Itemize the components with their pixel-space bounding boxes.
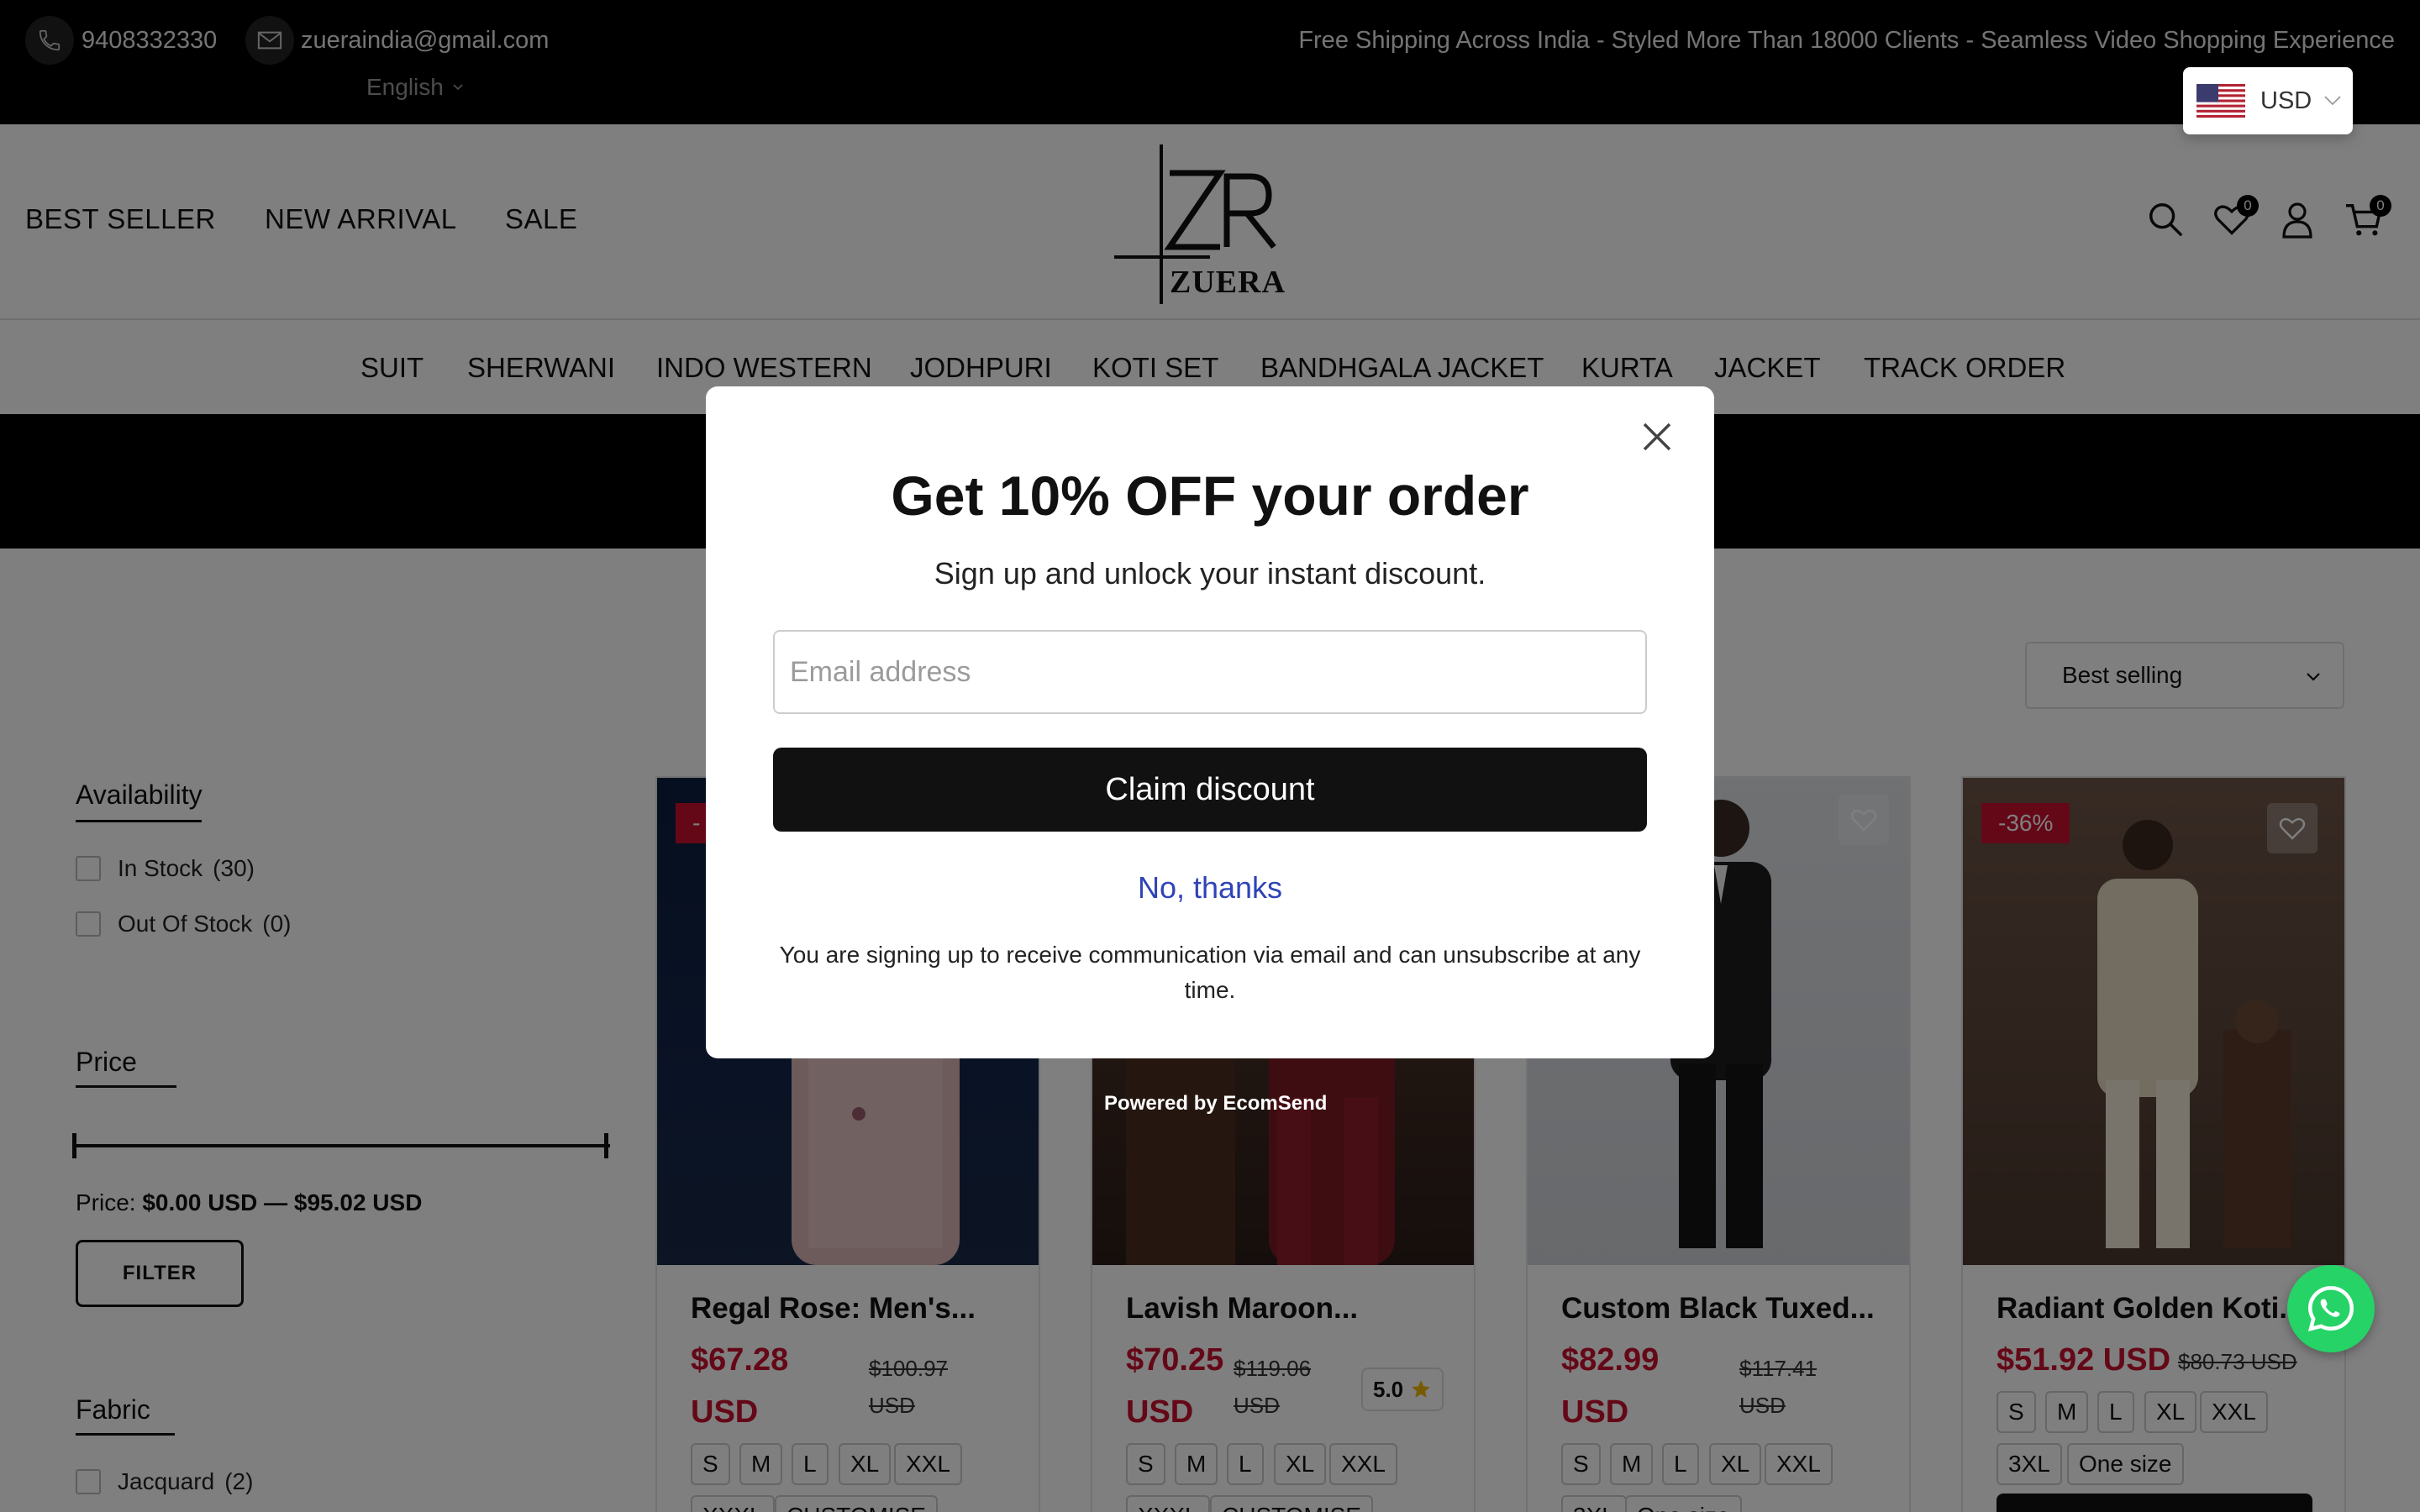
consent-text: You are signing up to receive communicat…	[779, 942, 1641, 1003]
whatsapp-icon	[2307, 1285, 2354, 1332]
close-icon	[1643, 423, 1671, 451]
email-field[interactable]	[773, 630, 1647, 714]
currency-selector[interactable]: USD	[2183, 67, 2353, 134]
us-flag-icon	[2196, 84, 2245, 118]
chevron-down-icon	[2324, 96, 2341, 106]
close-button[interactable]	[1632, 412, 1682, 462]
whatsapp-chat-button[interactable]	[2287, 1265, 2375, 1352]
powered-by-label[interactable]: Powered by EcomSend	[1104, 1092, 1327, 1116]
claim-discount-button[interactable]: Claim discount	[773, 748, 1647, 832]
no-thanks-link[interactable]: No, thanks	[706, 870, 1714, 906]
popup-title: Get 10% OFF your order	[891, 465, 1529, 527]
currency-code: USD	[2260, 87, 2312, 114]
discount-popup: Get 10% OFF your order Sign up and unloc…	[706, 386, 1714, 1058]
popup-subtitle: Sign up and unlock your instant discount…	[934, 556, 1486, 591]
